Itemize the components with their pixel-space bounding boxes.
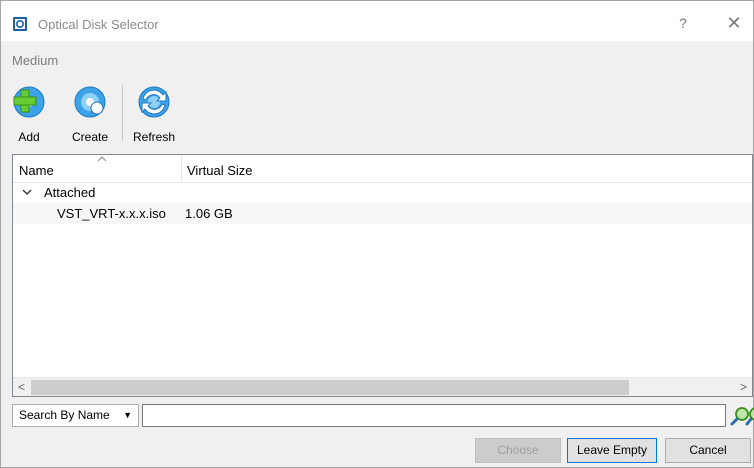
scrollbar-thumb[interactable] — [31, 380, 629, 395]
add-button-label: Add — [18, 130, 40, 144]
choose-button[interactable]: Choose — [475, 438, 561, 463]
virtualbox-app-icon — [13, 17, 27, 31]
search-next-icon[interactable] — [744, 405, 754, 427]
optical-disk-selector-dialog: Optical Disk Selector ? ✕ Medium Add Cre… — [0, 0, 754, 468]
scroll-right-icon[interactable]: > — [735, 378, 752, 396]
create-button-label: Create — [71, 130, 109, 144]
toolbar-separator — [122, 85, 123, 141]
refresh-icon — [138, 86, 170, 118]
close-button[interactable]: ✕ — [723, 13, 745, 33]
row-name: VST_VRT-x.x.x.iso — [57, 206, 166, 221]
group-label: Attached — [44, 185, 96, 200]
scroll-left-icon[interactable]: < — [13, 378, 30, 396]
window-title: Optical Disk Selector — [38, 17, 159, 32]
horizontal-scrollbar[interactable]: < > — [13, 377, 752, 396]
group-attached[interactable]: Attached — [13, 183, 752, 203]
table-header: Name Virtual Size — [13, 155, 752, 183]
column-header-name[interactable]: Name — [13, 155, 181, 183]
refresh-button-label: Refresh — [132, 130, 176, 144]
table-row[interactable]: VST_VRT-x.x.x.iso 1.06 GB — [13, 203, 752, 224]
refresh-button[interactable]: Refresh — [129, 85, 179, 147]
help-button[interactable]: ? — [673, 13, 693, 33]
search-mode-label: Search By Name — [19, 408, 110, 422]
search-mode-select[interactable]: Search By Name ▼ — [12, 404, 139, 427]
chevron-down-icon[interactable] — [22, 187, 32, 197]
cancel-button[interactable]: Cancel — [665, 438, 751, 463]
create-button[interactable]: Create — [69, 85, 111, 147]
title-bar: Optical Disk Selector ? ✕ — [1, 1, 753, 41]
add-button[interactable]: Add — [12, 85, 46, 147]
dropdown-arrow-icon: ▼ — [123, 410, 132, 420]
medium-section-label: Medium — [12, 53, 59, 68]
column-header-virtual-size[interactable]: Virtual Size — [181, 155, 481, 183]
leave-empty-button[interactable]: Leave Empty — [567, 438, 657, 463]
media-tree-view[interactable]: Name Virtual Size Attached VST_VRT-x.x.x… — [12, 154, 753, 397]
create-disk-icon — [74, 86, 106, 118]
search-input[interactable] — [142, 404, 726, 427]
row-virtual-size: 1.06 GB — [185, 206, 233, 221]
add-disk-icon — [13, 86, 45, 118]
